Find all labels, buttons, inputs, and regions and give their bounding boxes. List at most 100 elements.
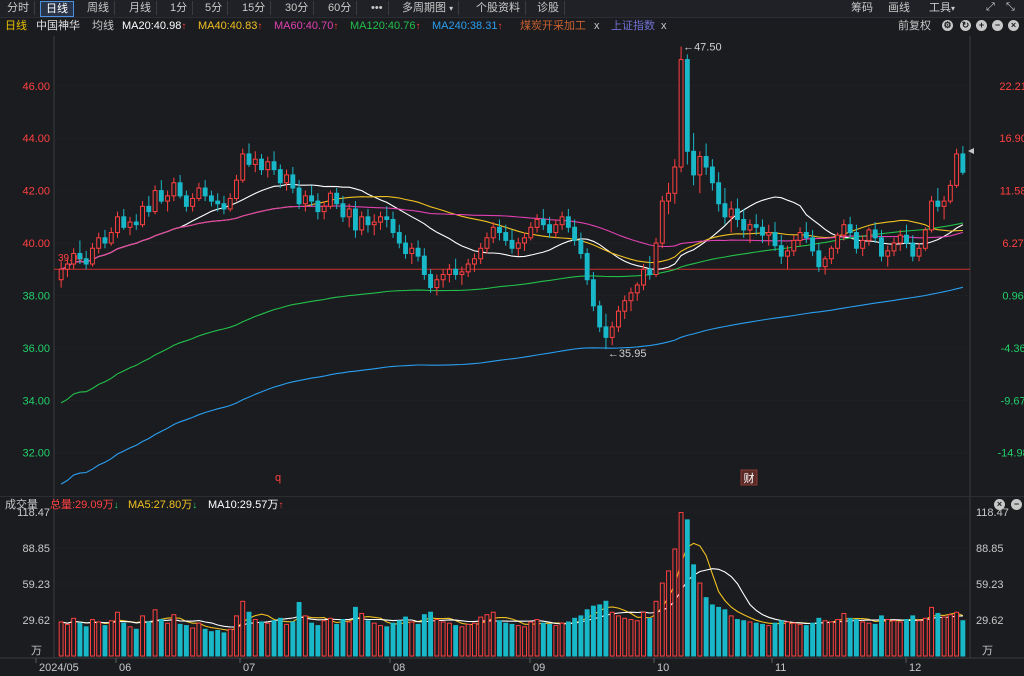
volume-bar[interactable] xyxy=(353,606,358,657)
candle-body[interactable] xyxy=(171,182,177,197)
candle-body[interactable] xyxy=(853,232,859,249)
candle-body[interactable] xyxy=(885,250,891,257)
volume-bar[interactable] xyxy=(697,582,703,657)
volume-bar[interactable] xyxy=(365,620,371,657)
candle-body[interactable] xyxy=(584,253,590,281)
candle-body[interactable] xyxy=(753,224,759,228)
volume-bar[interactable] xyxy=(866,622,872,657)
volume-bar[interactable] xyxy=(58,621,64,657)
volume-bar[interactable] xyxy=(910,615,916,657)
candle-body[interactable] xyxy=(152,190,158,213)
candle-body[interactable] xyxy=(296,187,302,205)
volume-zoom-out-icon[interactable]: − xyxy=(1011,499,1022,510)
candle-body[interactable] xyxy=(259,158,264,171)
candle-body[interactable] xyxy=(96,237,102,249)
candle-body[interactable] xyxy=(641,268,646,286)
candle-body[interactable] xyxy=(741,218,747,231)
volume-bar[interactable] xyxy=(490,611,496,657)
volume-bar[interactable] xyxy=(935,612,941,657)
volume-bar[interactable] xyxy=(90,619,95,657)
candle-body[interactable] xyxy=(691,150,697,176)
candle-body[interactable] xyxy=(816,250,822,268)
volume-bar[interactable] xyxy=(396,620,402,657)
volume-bar[interactable] xyxy=(390,622,396,657)
candle-body[interactable] xyxy=(954,153,960,186)
candle-body[interactable] xyxy=(227,197,233,210)
candle-body[interactable] xyxy=(553,224,559,234)
volume-bar[interactable] xyxy=(321,620,327,657)
volume-bar[interactable] xyxy=(409,621,415,657)
candle-body[interactable] xyxy=(810,237,816,252)
candle-body[interactable] xyxy=(609,326,615,338)
candle-body[interactable] xyxy=(709,166,715,184)
candle-body[interactable] xyxy=(734,208,740,220)
candle-body[interactable] xyxy=(127,221,133,228)
candle-body[interactable] xyxy=(396,232,402,244)
candle-body[interactable] xyxy=(252,158,258,165)
candle-body[interactable] xyxy=(183,195,189,207)
volume-bar[interactable] xyxy=(334,623,340,657)
candle-body[interactable] xyxy=(158,190,164,202)
candle-body[interactable] xyxy=(622,300,628,312)
volume-bar[interactable] xyxy=(547,623,553,657)
candle-body[interactable] xyxy=(716,182,722,205)
candle-body[interactable] xyxy=(760,226,765,236)
volume-bar[interactable] xyxy=(828,621,834,657)
volume-bar[interactable] xyxy=(428,611,434,657)
candle-body[interactable] xyxy=(766,232,772,236)
volume-bar[interactable] xyxy=(885,619,891,657)
volume-bar[interactable] xyxy=(115,611,120,657)
candle-body[interactable] xyxy=(603,326,609,338)
volume-bar[interactable] xyxy=(666,570,671,657)
volume-bar[interactable] xyxy=(202,628,208,657)
volume-bar[interactable] xyxy=(471,622,477,657)
volume-bar[interactable] xyxy=(760,623,765,657)
candle-body[interactable] xyxy=(922,229,928,249)
candle-body[interactable] xyxy=(177,182,183,197)
volume-bar[interactable] xyxy=(835,619,841,657)
candle-body[interactable] xyxy=(115,216,120,234)
candle-body[interactable] xyxy=(684,59,690,152)
candle-body[interactable] xyxy=(378,216,383,223)
volume-bar[interactable] xyxy=(183,625,189,657)
candle-body[interactable] xyxy=(935,200,941,207)
candle-body[interactable] xyxy=(321,205,327,213)
volume-bar[interactable] xyxy=(140,615,145,657)
candle-body[interactable] xyxy=(666,192,671,202)
candle-body[interactable] xyxy=(797,232,803,241)
candle-body[interactable] xyxy=(421,255,427,275)
candle-body[interactable] xyxy=(446,268,452,275)
candle-body[interactable] xyxy=(785,250,790,257)
candle-body[interactable] xyxy=(277,169,283,184)
candle-body[interactable] xyxy=(246,153,252,165)
candle-body[interactable] xyxy=(371,221,377,226)
volume-bar[interactable] xyxy=(478,616,484,657)
volume-bar[interactable] xyxy=(284,623,290,657)
candle-body[interactable] xyxy=(459,271,465,275)
candle-body[interactable] xyxy=(327,192,333,207)
candle-body[interactable] xyxy=(509,239,515,249)
price-chart[interactable]: 46.00 22.21% 44.00 16.90% 42.00 11.58% 40.00 6.… xyxy=(0,0,1024,676)
volume-bar[interactable] xyxy=(158,619,164,657)
volume-bar[interactable] xyxy=(265,622,271,657)
candle-body[interactable] xyxy=(365,216,371,226)
volume-bar[interactable] xyxy=(559,622,565,657)
volume-bar[interactable] xyxy=(628,619,634,657)
volume-bar[interactable] xyxy=(603,600,609,657)
candle-body[interactable] xyxy=(234,179,239,199)
volume-bar[interactable] xyxy=(171,614,177,657)
candle-body[interactable] xyxy=(778,245,784,257)
candle-body[interactable] xyxy=(334,192,340,205)
candle-body[interactable] xyxy=(616,310,621,328)
candle-body[interactable] xyxy=(860,239,866,249)
candle-body[interactable] xyxy=(835,234,841,249)
candle-body[interactable] xyxy=(515,242,521,249)
candle-body[interactable] xyxy=(108,232,114,244)
volume-bar[interactable] xyxy=(897,621,903,657)
candle-body[interactable] xyxy=(847,224,853,234)
volume-bar[interactable] xyxy=(597,604,603,657)
volume-bar[interactable] xyxy=(196,622,202,657)
candle-body[interactable] xyxy=(390,218,396,234)
candle-body[interactable] xyxy=(302,195,308,205)
volume-bar[interactable] xyxy=(221,632,227,657)
